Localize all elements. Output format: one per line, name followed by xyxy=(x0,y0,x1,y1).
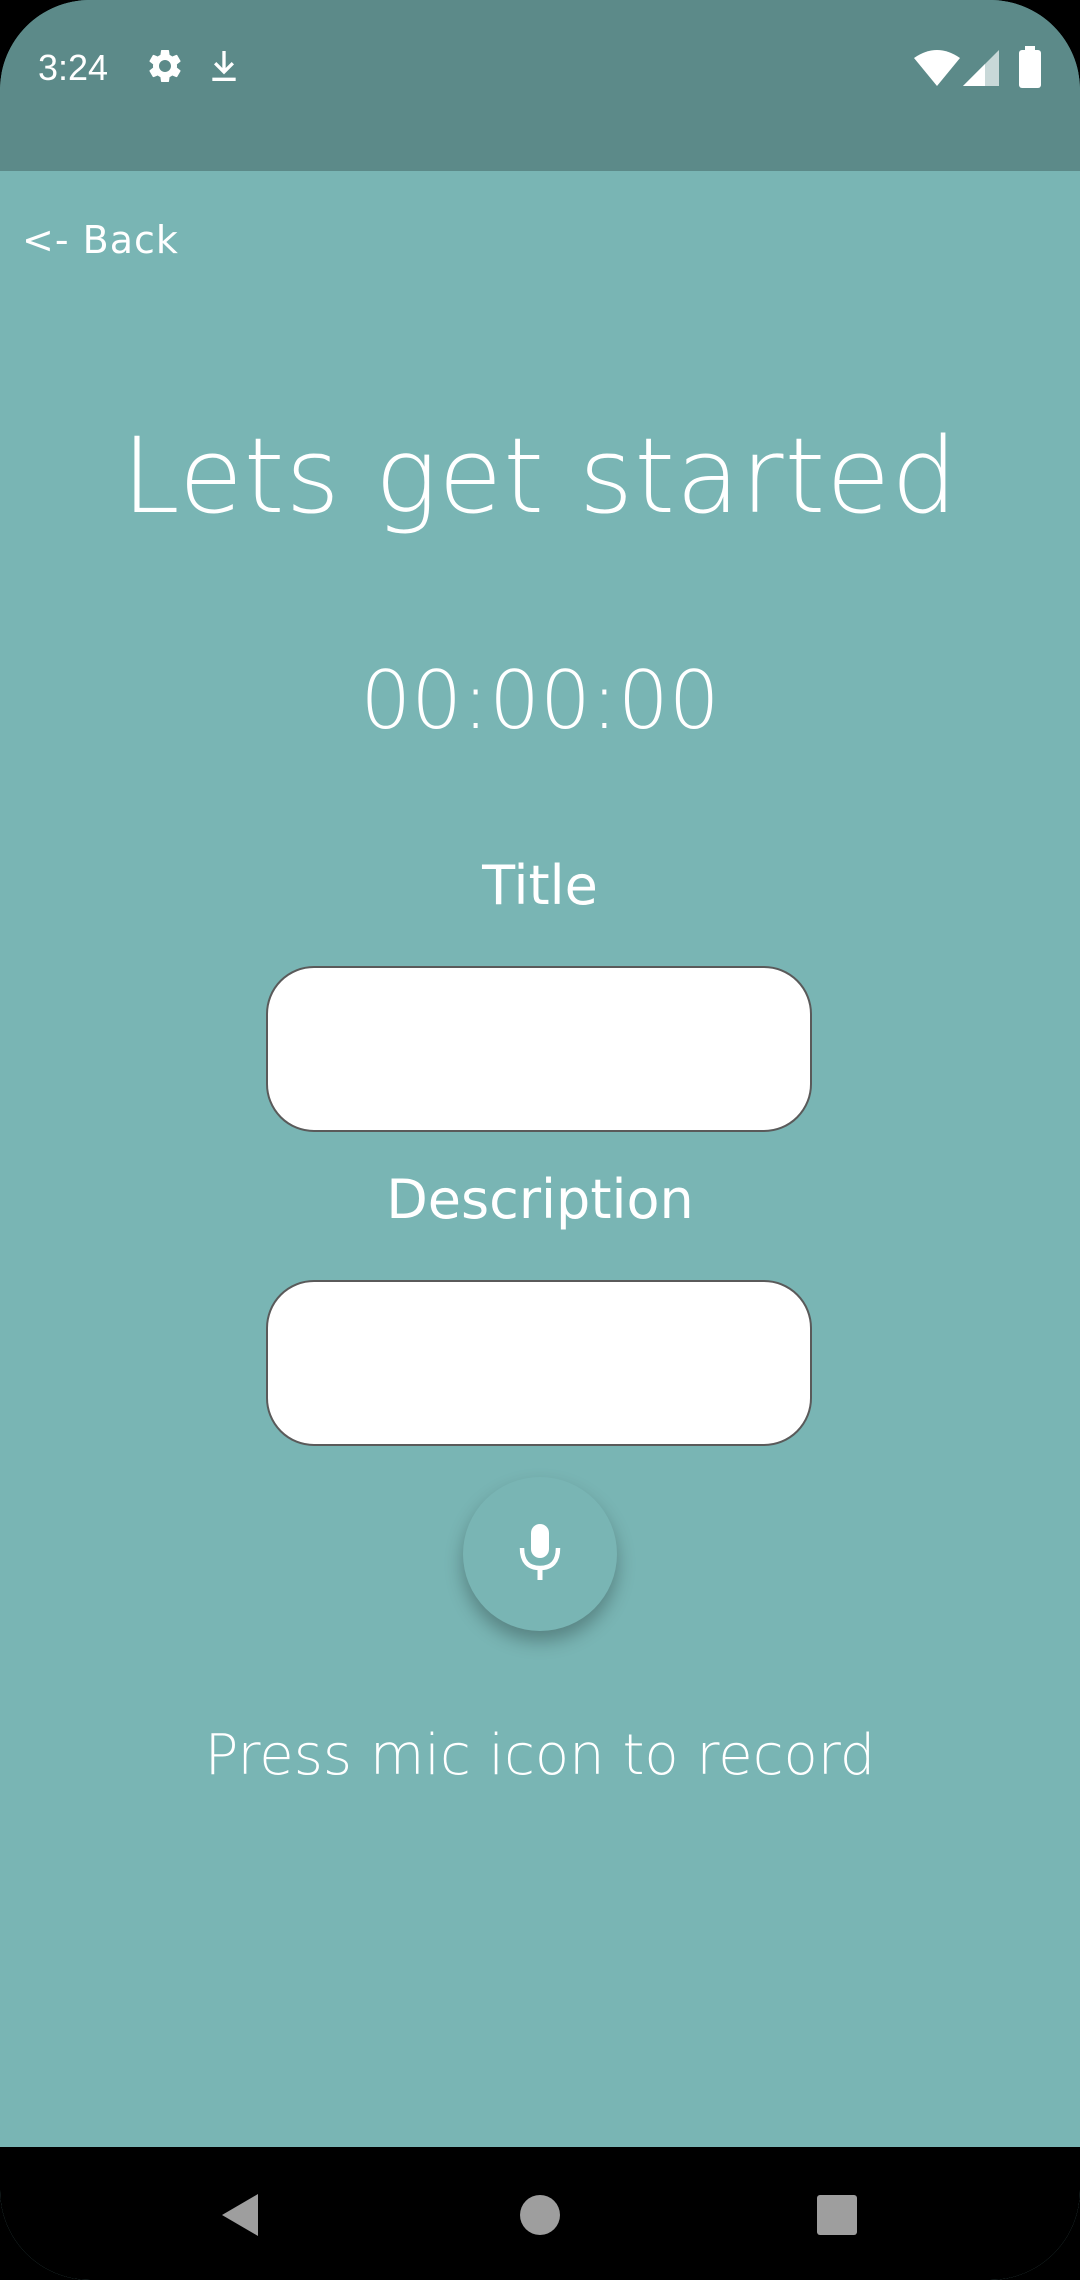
download-icon xyxy=(204,46,246,88)
page-title: Lets get started xyxy=(121,415,959,537)
nav-back-button[interactable] xyxy=(200,2177,280,2257)
recording-timer: 00:00:00 xyxy=(360,654,720,747)
title-input[interactable] xyxy=(266,966,812,1132)
gear-icon xyxy=(145,46,187,88)
back-triangle-icon xyxy=(218,2192,262,2242)
nav-recents-button[interactable] xyxy=(797,2177,877,2257)
recents-square-icon xyxy=(816,2194,858,2240)
mic-icon xyxy=(518,1524,562,1584)
nav-home-button[interactable] xyxy=(500,2177,580,2257)
home-circle-icon xyxy=(519,2194,561,2240)
status-time: 3:24 xyxy=(38,47,109,88)
description-input[interactable] xyxy=(266,1280,812,1446)
title-field-label: Title xyxy=(482,854,598,917)
wifi-icon xyxy=(912,48,962,88)
app-screen: 3:24 <- Back Lets get started 00:00:00 T… xyxy=(0,0,1080,2280)
back-link[interactable]: <- Back xyxy=(22,215,179,265)
app-content: <- Back Lets get started 00:00:00 Title … xyxy=(0,171,1080,2147)
record-mic-button[interactable] xyxy=(463,1477,617,1631)
description-field-label: Description xyxy=(386,1168,694,1231)
status-bar: 3:24 xyxy=(0,0,1080,171)
signal-icon xyxy=(963,50,999,86)
battery-icon xyxy=(1018,46,1042,88)
record-hint: Press mic icon to record xyxy=(204,1723,876,1788)
system-nav-bar xyxy=(0,2147,1080,2280)
